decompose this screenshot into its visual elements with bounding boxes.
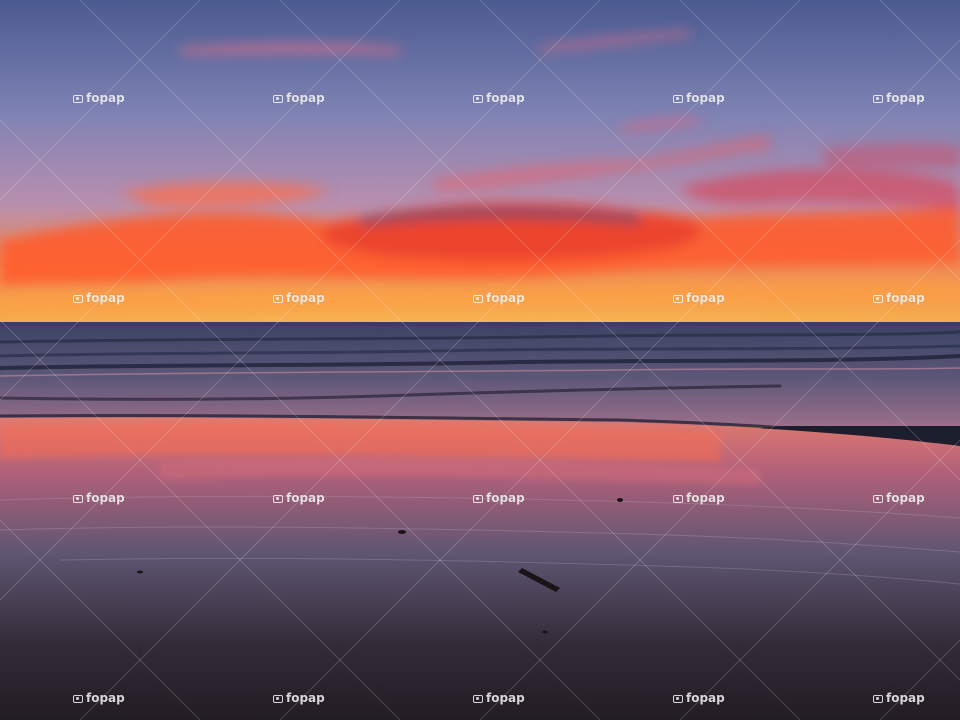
sunset-photo [0,0,960,720]
photo-scene: fopap fopap fopap fopap fopap fopap fopap fopap… [0,0,960,720]
